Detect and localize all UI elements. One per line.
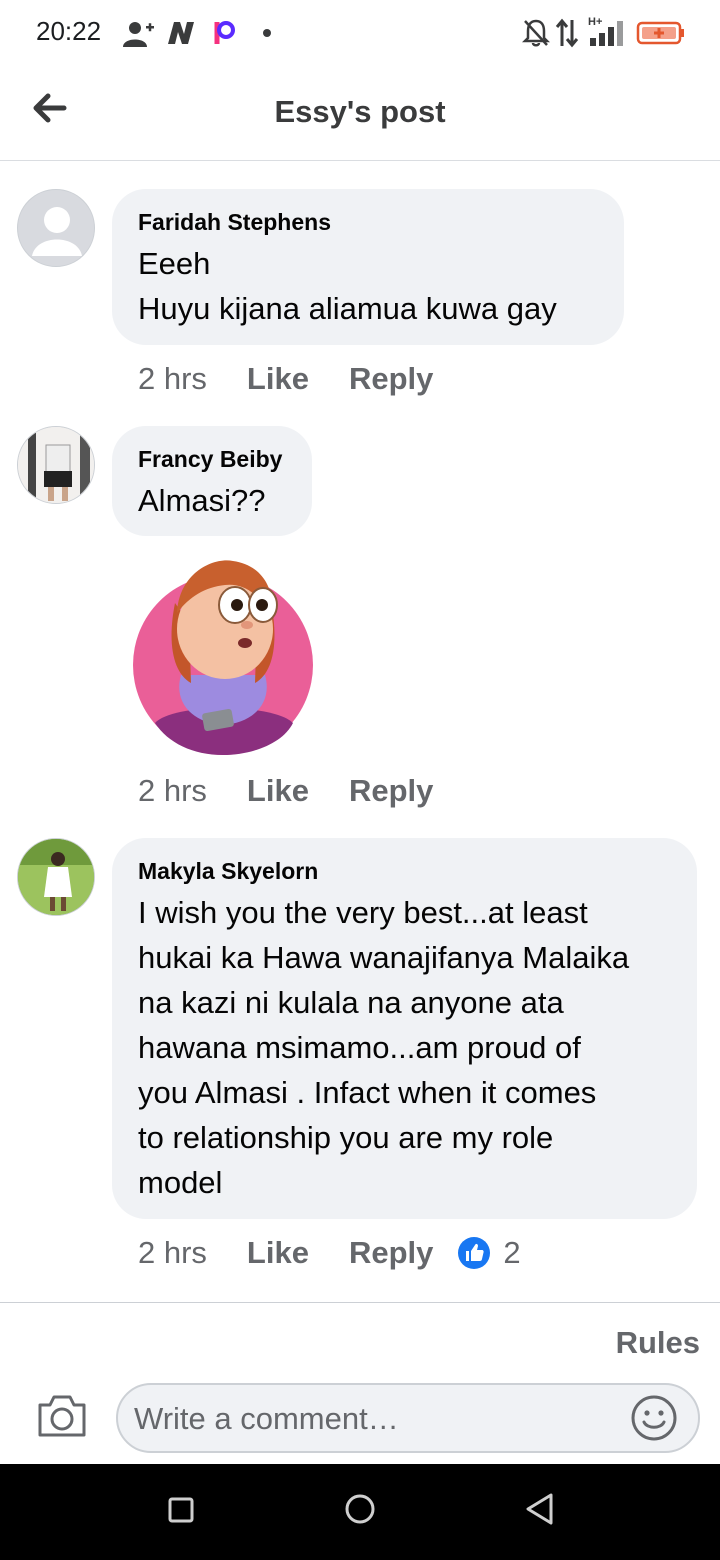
comment-input[interactable]: [132, 1385, 616, 1453]
camera-icon[interactable]: [36, 1393, 88, 1439]
svg-text:H+: H+: [588, 16, 602, 28]
dot-icon: [263, 29, 271, 37]
comment-bubble: Faridah Stephens Eeeh Huyu kijana aliamu…: [112, 189, 624, 345]
comment-bubble: Francy Beiby Almasi??: [112, 426, 312, 536]
comment-actions: 2 hrs Like Reply: [138, 771, 457, 811]
comment-time[interactable]: 2 hrs: [138, 361, 207, 397]
reply-button[interactable]: Reply: [349, 1235, 433, 1271]
like-button[interactable]: Like: [247, 773, 309, 809]
default-avatar-icon: [32, 207, 82, 256]
reaction-count[interactable]: 2: [503, 1235, 520, 1271]
comment-input-box[interactable]: [116, 1383, 700, 1453]
n-app-icon: [168, 22, 194, 44]
comment-text: Almasi??: [138, 483, 266, 518]
reply-button[interactable]: Reply: [349, 361, 433, 397]
signal-icon: H+: [588, 16, 623, 46]
comment-time[interactable]: 2 hrs: [138, 773, 207, 809]
comment-text: Eeeh Huyu kijana aliamua kuwa gay: [138, 246, 557, 326]
comment-actions: 2 hrs Like Reply 2: [138, 1233, 521, 1273]
comment-actions: 2 hrs Like Reply: [138, 359, 457, 399]
mute-icon: [522, 19, 550, 47]
cartoon-girl-sticker[interactable]: [133, 543, 313, 755]
rules-link[interactable]: Rules: [616, 1325, 700, 1361]
comment-author[interactable]: Francy Beiby: [138, 444, 286, 474]
comment-author[interactable]: Makyla Skyelorn: [138, 856, 671, 886]
battery-icon: [636, 21, 684, 45]
post-header: Essy's post: [0, 66, 720, 161]
comment-composer: Rules: [0, 1302, 720, 1463]
comment-bubble: Makyla Skyelorn I wish you the very best…: [112, 838, 697, 1219]
avatar-makyla-skyelorn[interactable]: [17, 838, 95, 916]
home-button-icon[interactable]: [343, 1492, 377, 1526]
back-button-icon[interactable]: [524, 1492, 556, 1526]
system-nav-bar: [0, 1464, 720, 1560]
avatar-francy-beiby[interactable]: [17, 426, 95, 504]
like-button[interactable]: Like: [247, 361, 309, 397]
comment-time[interactable]: 2 hrs: [138, 1235, 207, 1271]
profile-photo: [18, 839, 94, 915]
person-add-icon: [123, 22, 154, 47]
page-title: Essy's post: [274, 94, 446, 129]
like-reaction-icon[interactable]: [457, 1236, 491, 1270]
reply-button[interactable]: Reply: [349, 773, 433, 809]
comment-author[interactable]: Faridah Stephens: [138, 207, 598, 237]
comment-text: I wish you the very best...at least huka…: [138, 895, 630, 1200]
status-time: 20:22: [36, 16, 102, 46]
p-app-icon: [214, 21, 235, 44]
status-bar: 20:22 H+: [0, 0, 720, 66]
data-transfer-icon: [555, 18, 579, 48]
avatar-faridah-stephens[interactable]: [17, 189, 95, 267]
like-button[interactable]: Like: [247, 1235, 309, 1271]
recents-button-icon[interactable]: [167, 1494, 195, 1526]
emoji-icon[interactable]: [630, 1394, 678, 1442]
profile-photo: [18, 427, 94, 503]
